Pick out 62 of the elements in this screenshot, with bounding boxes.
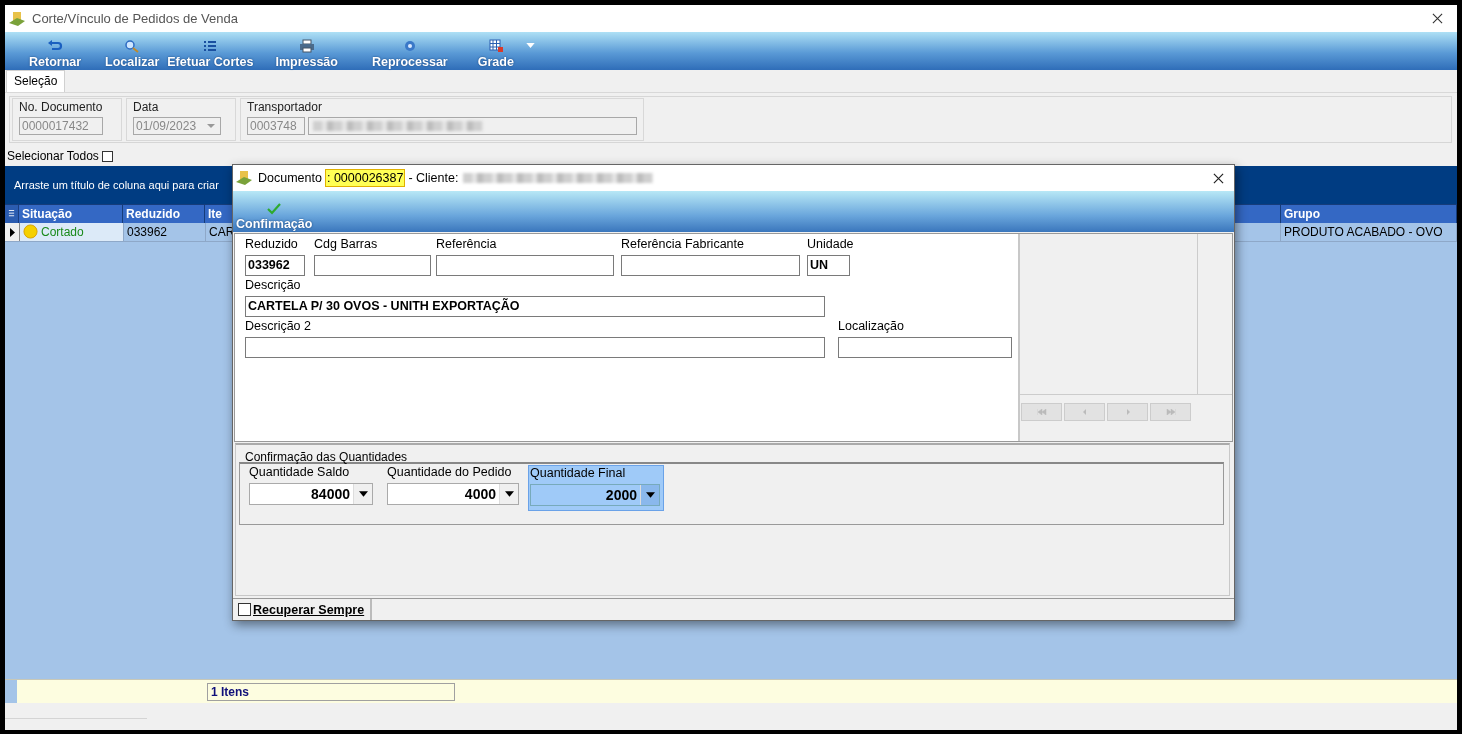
input-field[interactable]: [621, 255, 800, 276]
toolbar-button[interactable]: Localizar: [101, 39, 164, 69]
field-label: Data: [133, 100, 160, 114]
field-label: No. Documento: [19, 100, 104, 114]
dropdown-arrow-icon: [504, 491, 514, 497]
row-pointer-icon: [9, 227, 15, 237]
quantity-field[interactable]: Quantidade do Pedido 4000: [386, 465, 520, 511]
printer-icon: [298, 39, 315, 53]
table-cell: PRODUTO ACABADO - OVO: [1281, 223, 1457, 241]
checkbox[interactable]: [101, 150, 113, 162]
field-label: Localização: [838, 319, 905, 334]
input-field[interactable]: [314, 255, 431, 276]
grid-icon: [487, 39, 504, 53]
tab[interactable]: Seleção: [6, 70, 66, 92]
toolbar-button[interactable]: Reprocessar: [367, 39, 452, 69]
input-field[interactable]: [436, 255, 614, 276]
checkbox-label: Recuperar Sempre: [253, 602, 365, 617]
group-hint: Arraste um título de coluna aqui para criar: [14, 179, 219, 191]
item-count: 1 Itens: [207, 682, 455, 701]
dropdown-arrow-icon: [358, 491, 368, 497]
checkbox-label: Selecionar Todos: [7, 149, 99, 163]
field-label: Transportador: [247, 100, 323, 114]
toolbar-button[interactable]: Efetuar Cortes: [163, 39, 258, 69]
dropdown-arrow-icon: [645, 492, 655, 498]
field-label: Reduzido: [245, 237, 299, 252]
table-cell: 033962: [124, 223, 206, 241]
field-label: Referência Fabricante: [621, 237, 745, 252]
app-icon: [235, 170, 253, 186]
first-icon: [1036, 409, 1047, 415]
input-field[interactable]: CARTELA P/ 30 OVOS - UNITH EXPORTAÇÃO: [245, 296, 825, 317]
toolbar-button[interactable]: Grade: [473, 39, 518, 69]
checkbox[interactable]: [238, 603, 251, 616]
window-title: Corte/Vínculo de Pedidos de Venda: [32, 11, 238, 26]
list-icon: [202, 39, 219, 53]
table-cell: Cortado: [20, 223, 124, 241]
checkmark-icon: [267, 203, 282, 215]
search-icon: [124, 39, 141, 53]
section-title: Confirmação das Quantidades: [245, 450, 408, 464]
input-field[interactable]: [838, 337, 1012, 358]
input-field[interactable]: UN: [807, 255, 850, 276]
column-chooser-icon[interactable]: [5, 205, 19, 223]
quantity-field[interactable]: Quantidade Saldo 84000: [248, 465, 374, 511]
input-field[interactable]: 033962: [245, 255, 305, 276]
dropdown-arrow-icon: [207, 124, 215, 128]
dropdown-arrow-icon[interactable]: [525, 43, 535, 48]
toolbar-button[interactable]: Retornar: [25, 39, 86, 69]
dialog-title: Documento: [258, 171, 322, 185]
field-label: Descrição 2: [245, 319, 312, 334]
toolbar-button[interactable]: Impressão: [271, 39, 342, 69]
field-label: Descrição: [245, 278, 302, 293]
field-label: Referência: [436, 237, 498, 252]
return-arrow-icon: [47, 39, 64, 53]
close-icon[interactable]: [1213, 172, 1224, 184]
field-label: Cdg Barras: [314, 237, 379, 252]
quantity-field[interactable]: Quantidade Final 2000: [528, 465, 664, 511]
input-field[interactable]: [245, 337, 825, 358]
last-icon: [1165, 409, 1176, 415]
client-label: - Cliente:: [408, 171, 459, 185]
close-icon[interactable]: [1432, 13, 1443, 24]
status-dot-icon: [23, 224, 38, 239]
document-number: : 0000026387: [324, 169, 406, 187]
app-icon: [8, 10, 26, 27]
